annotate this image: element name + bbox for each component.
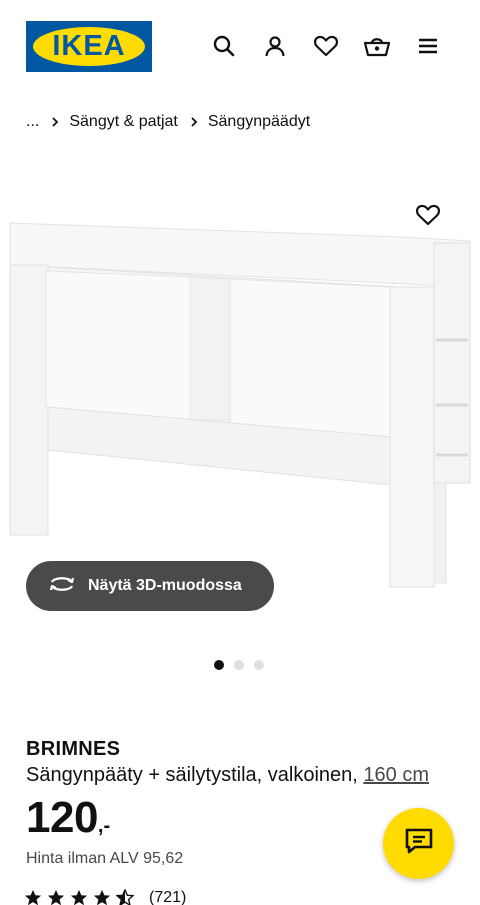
star-icon [47,889,65,905]
chevron-right-icon [190,116,198,128]
ikea-logo[interactable]: IKEA [26,21,152,72]
rating-count: (721) [149,889,187,905]
half-star-icon [116,889,134,905]
view-3d-label: Näytä 3D-muodossa [88,577,242,594]
heart-icon[interactable] [311,31,341,61]
product-description-text: Sängynpääty + säilytystila, valkoinen, [26,764,358,786]
breadcrumb: ... Sängyt & patjat Sängynpäädyt [26,111,310,133]
price-value: 120 [26,793,98,842]
product-description: Sängynpääty + säilytystila, valkoinen, 1… [26,764,429,787]
price-suffix: ,- [97,815,111,837]
star-icon [70,889,88,905]
chat-icon [404,827,434,860]
star-icon [24,889,42,905]
breadcrumb-item-beds[interactable]: Sängyt & patjat [69,113,178,131]
gallery-pagination [214,660,264,670]
basket-icon[interactable] [362,31,392,61]
rating[interactable]: (721) [24,889,186,905]
logo-text: IKEA [52,30,126,62]
view-3d-button[interactable]: Näytä 3D-muodossa [26,561,274,611]
pagination-dot[interactable] [234,660,244,670]
pagination-dot[interactable] [254,660,264,670]
rotate-3d-icon [48,574,76,599]
product-name: BRIMNES [26,738,121,760]
chat-button[interactable] [383,808,454,879]
menu-icon[interactable] [413,31,443,61]
chevron-right-icon [51,116,59,128]
breadcrumb-ellipsis[interactable]: ... [26,113,39,131]
search-icon[interactable] [209,31,239,61]
header: IKEA [0,0,480,95]
breadcrumb-item-headboards[interactable]: Sängynpäädyt [208,113,310,131]
add-to-favourites-icon[interactable] [413,200,443,230]
account-icon[interactable] [260,31,290,61]
product-size-link[interactable]: 160 cm [363,764,429,786]
pagination-dot[interactable] [214,660,224,670]
product-price: 120 ,- [26,793,110,843]
price-excl-vat: Hinta ilman ALV 95,62 [26,850,184,867]
star-icon [93,889,111,905]
